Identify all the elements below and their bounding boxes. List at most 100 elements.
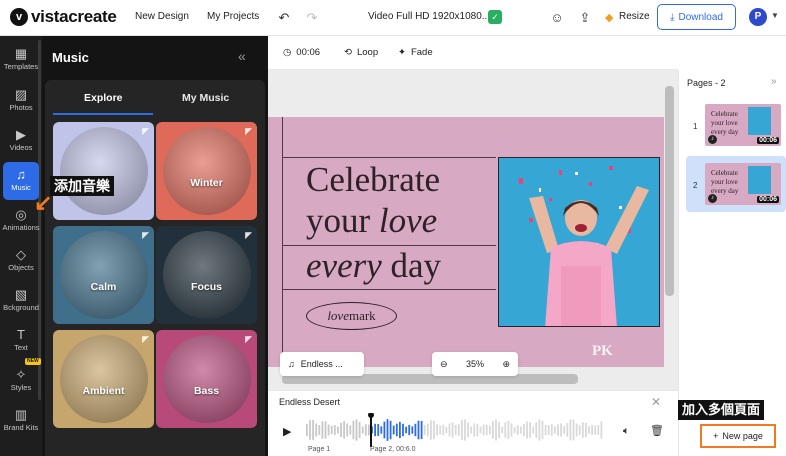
audio-waveform[interactable]	[306, 413, 606, 447]
diamond-icon: ◆	[605, 12, 614, 24]
music-card[interactable]: ◤	[53, 122, 154, 220]
undo-icon[interactable]: ↶	[275, 9, 293, 27]
waveform-bar	[383, 421, 386, 439]
page-duration: 00:06	[757, 196, 779, 203]
music-track-pill[interactable]: ♫ Endless ...	[280, 352, 364, 376]
waveform-bar	[461, 419, 463, 441]
music-cover-disc	[60, 127, 148, 215]
headline-line-3[interactable]: every day	[306, 248, 441, 284]
rail-item-templates[interactable]: ▦ Templates	[0, 41, 42, 79]
tab-explore[interactable]: Explore	[84, 92, 123, 104]
rail-item-label: Bckground	[3, 303, 39, 312]
left-rail: ▦ Templates ▨ Photos ▶ Videos ♫ Music ◎ Animation…	[0, 36, 42, 456]
new-page-button[interactable]: + New page	[700, 424, 776, 448]
thumbnail-text: every day	[711, 187, 739, 195]
resize-button[interactable]: Resize	[619, 11, 650, 22]
document-title[interactable]: Video Full HD 1920x1080...	[368, 11, 490, 22]
waveform-bar	[513, 426, 516, 434]
music-card[interactable]: ◤ Ambient	[53, 330, 154, 428]
waveform-bar	[560, 423, 562, 437]
clock-icon: ◷	[283, 47, 292, 58]
background-icon: ▧	[14, 287, 28, 302]
fade-button[interactable]: ✦ Fade	[398, 47, 433, 58]
rail-item-bckground[interactable]: ▧ Bckground	[0, 282, 42, 320]
music-track-name: Endless ...	[300, 359, 343, 369]
duration-control[interactable]: ◷ 00:06	[283, 47, 320, 58]
music-cover-disc	[163, 231, 251, 319]
waveform-bar	[392, 425, 395, 435]
download-button[interactable]: ⤓ Download	[657, 4, 736, 30]
play-icon[interactable]: ▶	[283, 425, 291, 438]
headline-line-1[interactable]: Celebrate	[306, 162, 440, 198]
waveform-bar	[597, 425, 600, 435]
waveform-bar	[337, 426, 339, 434]
trash-icon[interactable]: 🗑︎	[650, 424, 664, 437]
page-thumbnail[interactable]: Celebrate your love every day ♪ 00:06	[705, 163, 781, 205]
loop-button[interactable]: ⟲ Loop	[344, 47, 378, 58]
waveform-bar	[541, 420, 544, 440]
music-card[interactable]: ◤ Calm	[53, 226, 154, 324]
music-card[interactable]: ◤ Bass	[156, 330, 257, 428]
styles-icon: ✧	[15, 367, 27, 382]
pages-panel: Pages - 2 » 1 Celebrate your love every day…	[678, 70, 786, 456]
rail-item-text[interactable]: T Text	[0, 322, 42, 360]
waveform-bar	[464, 419, 466, 441]
waveform-bar	[523, 424, 525, 436]
brand-italic: love	[327, 308, 349, 323]
rail-item-label: Text	[14, 343, 28, 352]
logo-text: vistacreate	[31, 7, 117, 26]
vistacreate-logo[interactable]: v vistacreate	[10, 7, 117, 27]
music-card[interactable]: ◤ Winter	[156, 122, 257, 220]
zoom-control: ⊖ 35% ⊕	[432, 352, 518, 376]
new-badge: NEW	[25, 358, 41, 365]
close-icon[interactable]: ✕	[651, 395, 661, 409]
waveform-bar	[402, 423, 404, 437]
rail-item-photos[interactable]: ▨ Photos	[0, 82, 42, 120]
waveform-bar	[569, 419, 572, 441]
premium-flag-icon: ◤	[245, 230, 252, 240]
waveform-bar	[532, 426, 535, 434]
waveform-bar	[454, 424, 457, 436]
brand-logo[interactable]: lovemark	[306, 302, 397, 330]
zoom-in-icon[interactable]: ⊕	[502, 359, 510, 370]
premium-flag-icon: ◤	[245, 334, 252, 344]
playhead-handle	[368, 413, 374, 418]
redo-icon[interactable]: ↷	[303, 9, 321, 27]
waveform-bar	[476, 423, 479, 437]
slide-canvas[interactable]: Celebrate your love every day lovemark P…	[268, 117, 664, 367]
annotation-add-pages: 加入多個頁面	[678, 400, 765, 420]
premium-flag-icon: ◤	[245, 126, 252, 136]
waveform-bar	[442, 424, 445, 436]
tab-my-music[interactable]: My Music	[182, 92, 229, 104]
chevron-down-icon[interactable]: ▼	[771, 11, 779, 20]
avatar[interactable]: P	[749, 8, 767, 26]
rail-item-brand-kits[interactable]: ▥ Brand Kits	[0, 402, 42, 440]
rail-item-label: Brand Kits	[3, 423, 39, 432]
music-card[interactable]: ◤ Focus	[156, 226, 257, 324]
page-thumbnail[interactable]: Celebrate your love every day ♪ 00:06	[705, 104, 781, 146]
plus-icon: +	[713, 431, 719, 441]
fade-icon: ✦	[398, 47, 406, 58]
nav-new-design[interactable]: New Design	[135, 11, 189, 22]
waveform-bar	[426, 423, 429, 437]
music-note-icon: ♪	[708, 135, 717, 144]
collapse-panel-icon[interactable]: «	[238, 48, 246, 64]
waveform-bar	[504, 422, 507, 438]
volume-icon[interactable]: 🔈︎	[623, 425, 630, 438]
zoom-out-icon[interactable]: ⊖	[440, 359, 448, 370]
waveform-bar	[479, 426, 482, 434]
waveform-bar	[547, 425, 550, 435]
vertical-scrollbar[interactable]	[665, 86, 674, 296]
share-icon[interactable]: ⇪	[576, 9, 594, 27]
rail-item-videos[interactable]: ▶ Videos	[0, 122, 42, 160]
rail-item-styles[interactable]: ✧ Styles	[0, 362, 42, 400]
video-icon: ▶	[16, 127, 26, 142]
nav-my-projects[interactable]: My Projects	[207, 11, 259, 22]
rail-item-objects[interactable]: ◇ Objects	[0, 242, 42, 280]
celebration-photo[interactable]	[498, 157, 660, 327]
waveform-bar	[318, 425, 321, 435]
music-card-label: Bass	[193, 385, 220, 397]
comment-icon[interactable]: ☺	[548, 9, 566, 27]
headline-line-2[interactable]: your love	[306, 203, 437, 239]
expand-pages-icon[interactable]: »	[771, 76, 777, 87]
